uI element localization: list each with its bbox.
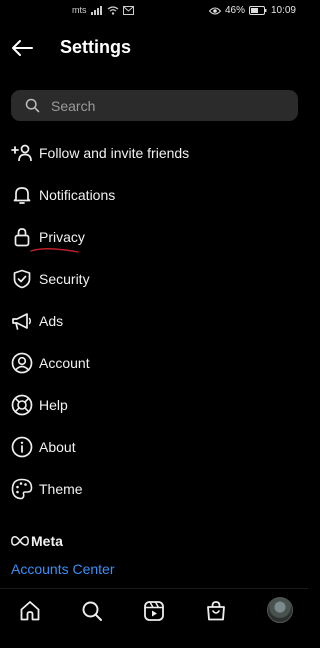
wifi-icon — [107, 5, 119, 15]
menu-item-label: About — [39, 439, 76, 455]
status-right: 46% 10:09 — [208, 5, 296, 16]
lock-icon — [11, 226, 33, 248]
red-underline-annotation — [30, 248, 79, 253]
info-icon — [11, 436, 33, 458]
meta-logo: Meta — [11, 533, 63, 549]
menu-item-label: Privacy — [39, 229, 85, 245]
home-icon — [20, 601, 40, 621]
menu-item-about[interactable]: About — [0, 426, 308, 468]
signal-icon — [90, 5, 103, 15]
clock: 10:09 — [270, 5, 296, 16]
reels-button[interactable] — [142, 599, 166, 623]
home-button[interactable] — [18, 599, 42, 623]
menu-item-label: Notifications — [39, 187, 116, 203]
add-person-icon — [11, 142, 33, 164]
carrier-label: mts — [72, 5, 87, 15]
menu-item-label: Theme — [39, 481, 83, 497]
menu-item-label: Follow and invite friends — [39, 145, 190, 161]
header: Settings — [0, 32, 308, 64]
battery-icon — [248, 6, 267, 15]
bell-icon — [11, 184, 33, 206]
settings-menu: Follow and invite friends Notifications … — [0, 132, 308, 510]
menu-item-label: Account — [39, 355, 90, 371]
menu-item-notifications[interactable]: Notifications — [0, 174, 308, 216]
meta-label: Meta — [31, 533, 63, 549]
menu-item-label: Security — [39, 271, 90, 287]
meta-infinity-icon — [11, 536, 29, 546]
back-button[interactable] — [10, 36, 34, 60]
message-icon — [122, 5, 134, 15]
search-bar[interactable] — [11, 90, 298, 121]
menu-item-follow-invite[interactable]: Follow and invite friends — [0, 132, 308, 174]
shop-button[interactable] — [204, 599, 228, 623]
menu-item-theme[interactable]: Theme — [0, 468, 308, 510]
page-title: Settings — [60, 37, 132, 57]
accounts-center-link[interactable]: Accounts Center — [11, 561, 115, 577]
lifebuoy-icon — [11, 394, 33, 416]
search-input[interactable] — [51, 90, 281, 121]
reels-icon — [144, 601, 164, 621]
bottom-nav — [0, 588, 308, 633]
menu-item-account[interactable]: Account — [0, 342, 308, 384]
menu-item-ads[interactable]: Ads — [0, 300, 308, 342]
palette-icon — [11, 478, 33, 500]
menu-item-label: Help — [39, 397, 68, 413]
search-icon — [25, 98, 40, 113]
account-circle-icon — [11, 352, 33, 374]
back-arrow-icon — [12, 40, 33, 56]
status-bar: mts 46% 10:09 — [0, 0, 308, 24]
status-left: mts — [72, 5, 134, 15]
search-nav-button[interactable] — [80, 599, 104, 623]
profile-avatar[interactable] — [267, 597, 293, 623]
menu-item-security[interactable]: Security — [0, 258, 308, 300]
system-nav-area — [0, 634, 308, 648]
search-icon — [82, 601, 102, 621]
menu-item-label: Ads — [39, 313, 64, 329]
eye-icon — [208, 7, 221, 15]
battery-percent: 46% — [224, 5, 245, 16]
menu-item-help[interactable]: Help — [0, 384, 308, 426]
menu-item-privacy[interactable]: Privacy — [0, 216, 308, 258]
megaphone-icon — [11, 310, 33, 332]
shop-icon — [207, 601, 225, 621]
shield-check-icon — [11, 268, 33, 290]
